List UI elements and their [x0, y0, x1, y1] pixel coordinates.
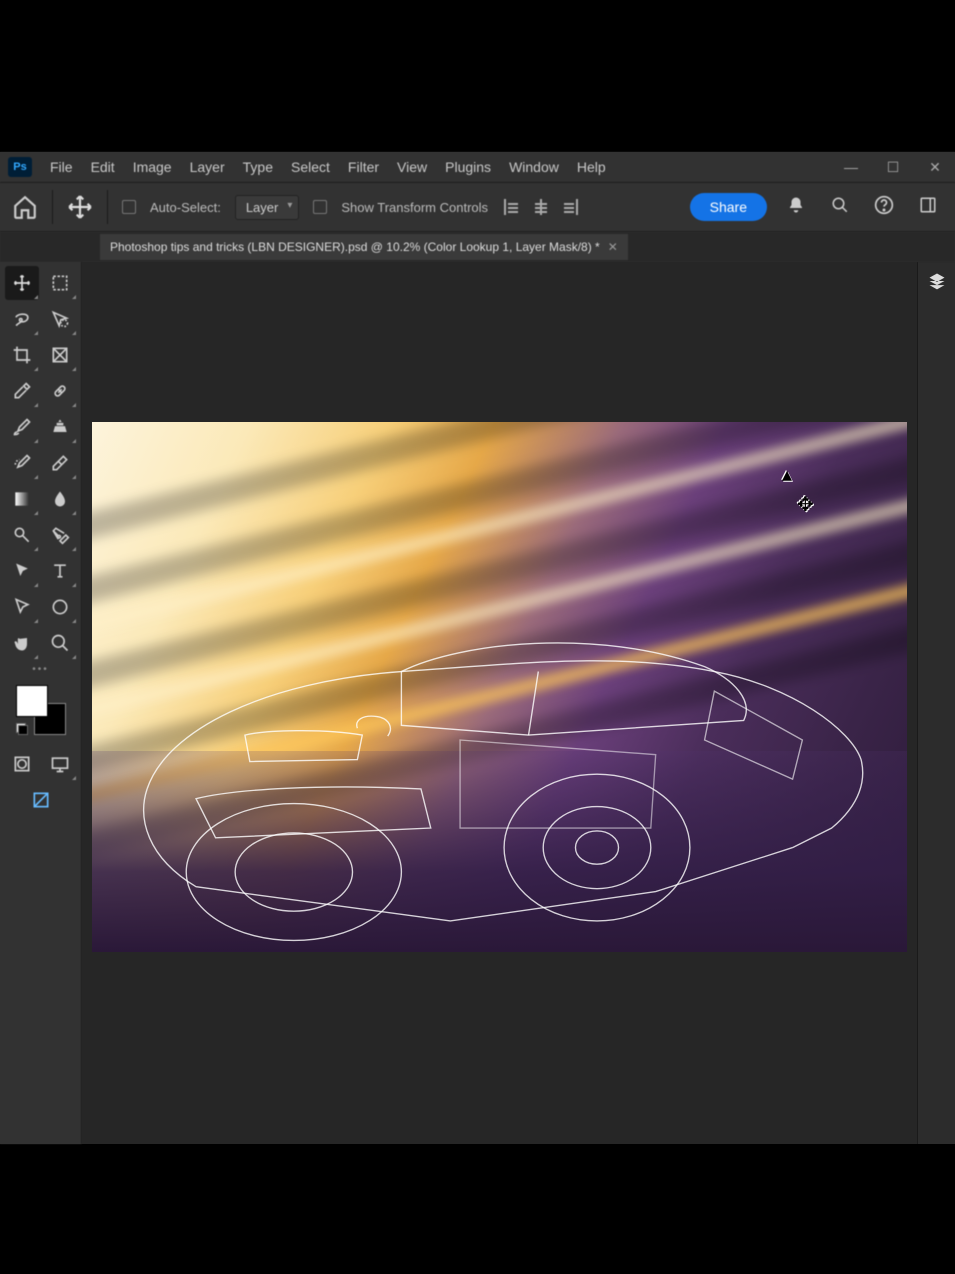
screen-mode-icon[interactable]	[43, 747, 77, 781]
menu-edit[interactable]: Edit	[91, 159, 115, 175]
search-icon[interactable]	[825, 196, 855, 219]
divider	[107, 190, 108, 224]
type-tool[interactable]	[43, 554, 77, 588]
crop-tool[interactable]	[5, 338, 39, 372]
layer-dropdown[interactable]: Layer	[235, 195, 300, 220]
help-icon[interactable]	[869, 195, 899, 220]
document-tab-label: Photoshop tips and tricks (LBN DESIGNER)…	[110, 240, 600, 254]
zoom-tool[interactable]	[43, 626, 77, 660]
document-canvas[interactable]: ▴ ✥	[92, 422, 907, 952]
layers-panel-icon[interactable]	[924, 268, 950, 294]
clone-stamp-tool[interactable]	[43, 410, 77, 444]
car-artwork	[108, 528, 890, 952]
menu-filter[interactable]: Filter	[348, 159, 379, 175]
canvas-area[interactable]: ▴ ✥	[82, 262, 917, 1144]
notifications-icon[interactable]	[781, 196, 811, 219]
menu-bar: Ps File Edit Image Layer Type Select Fil…	[0, 152, 955, 182]
auto-select-label: Auto-Select:	[150, 200, 221, 215]
frame-tool[interactable]	[43, 338, 77, 372]
quick-select-tool[interactable]	[43, 302, 77, 336]
align-left-icon[interactable]	[502, 199, 522, 215]
options-bar: Auto-Select: Layer Show Transform Contro…	[0, 182, 955, 232]
align-right-icon[interactable]	[562, 199, 582, 215]
window-minimize-icon[interactable]: —	[839, 159, 863, 175]
menu-plugins[interactable]: Plugins	[445, 159, 491, 175]
path-select-tool[interactable]	[5, 554, 39, 588]
pen-tool[interactable]	[43, 518, 77, 552]
menu-help[interactable]: Help	[577, 159, 606, 175]
menu-window[interactable]: Window	[509, 159, 559, 175]
direct-select-tool[interactable]	[5, 590, 39, 624]
default-colors-icon[interactable]	[16, 723, 28, 735]
align-center-icon[interactable]	[532, 199, 552, 215]
dodge-tool[interactable]	[5, 518, 39, 552]
move-cursor-icon: ▴	[782, 462, 792, 487]
artboard-tool[interactable]	[43, 266, 77, 300]
app-logo: Ps	[8, 157, 32, 177]
show-transform-checkbox[interactable]	[313, 200, 327, 214]
tools-panel: •••	[0, 262, 82, 1144]
eraser-tool[interactable]	[43, 446, 77, 480]
right-panel-rail	[917, 262, 955, 1144]
smudge-tool[interactable]	[43, 482, 77, 516]
gradient-tool[interactable]	[5, 482, 39, 516]
share-button[interactable]: Share	[690, 193, 767, 221]
history-brush-tool[interactable]	[5, 446, 39, 480]
window-close-icon[interactable]: ✕	[923, 159, 947, 176]
menu-layer[interactable]: Layer	[190, 159, 225, 175]
menu-image[interactable]: Image	[133, 159, 172, 175]
lasso-tool[interactable]	[5, 302, 39, 336]
shape-tool[interactable]	[43, 590, 77, 624]
foreground-swatch[interactable]	[16, 685, 48, 717]
window-maximize-icon[interactable]: ☐	[881, 159, 905, 176]
menu-type[interactable]: Type	[243, 159, 273, 175]
eyedropper-tool[interactable]	[5, 374, 39, 408]
close-tab-icon[interactable]: ✕	[608, 240, 618, 254]
document-tab-bar: Photoshop tips and tricks (LBN DESIGNER)…	[0, 232, 955, 262]
main-area: •••	[0, 262, 955, 1144]
divider	[52, 190, 53, 224]
move-tool[interactable]	[5, 266, 39, 300]
menu-file[interactable]: File	[50, 159, 73, 175]
workspace-icon[interactable]	[913, 196, 943, 219]
home-icon[interactable]	[12, 194, 38, 220]
move-cursor-icon: ✥	[797, 492, 814, 517]
photoshop-window: Ps File Edit Image Layer Type Select Fil…	[0, 152, 955, 1144]
healing-tool[interactable]	[43, 374, 77, 408]
menu-view[interactable]: View	[397, 159, 427, 175]
hand-tool[interactable]	[5, 626, 39, 660]
edit-toolbar-icon[interactable]: •••	[32, 662, 49, 677]
extra-tool-icon[interactable]	[24, 783, 58, 817]
color-swatches[interactable]	[16, 685, 66, 735]
auto-select-checkbox[interactable]	[122, 200, 136, 214]
move-tool-icon[interactable]	[67, 194, 93, 220]
quick-mask-icon[interactable]	[5, 747, 39, 781]
brush-tool[interactable]	[5, 410, 39, 444]
document-tab[interactable]: Photoshop tips and tricks (LBN DESIGNER)…	[100, 234, 628, 260]
menu-select[interactable]: Select	[291, 159, 330, 175]
align-controls	[502, 199, 582, 215]
show-transform-label: Show Transform Controls	[341, 200, 488, 215]
